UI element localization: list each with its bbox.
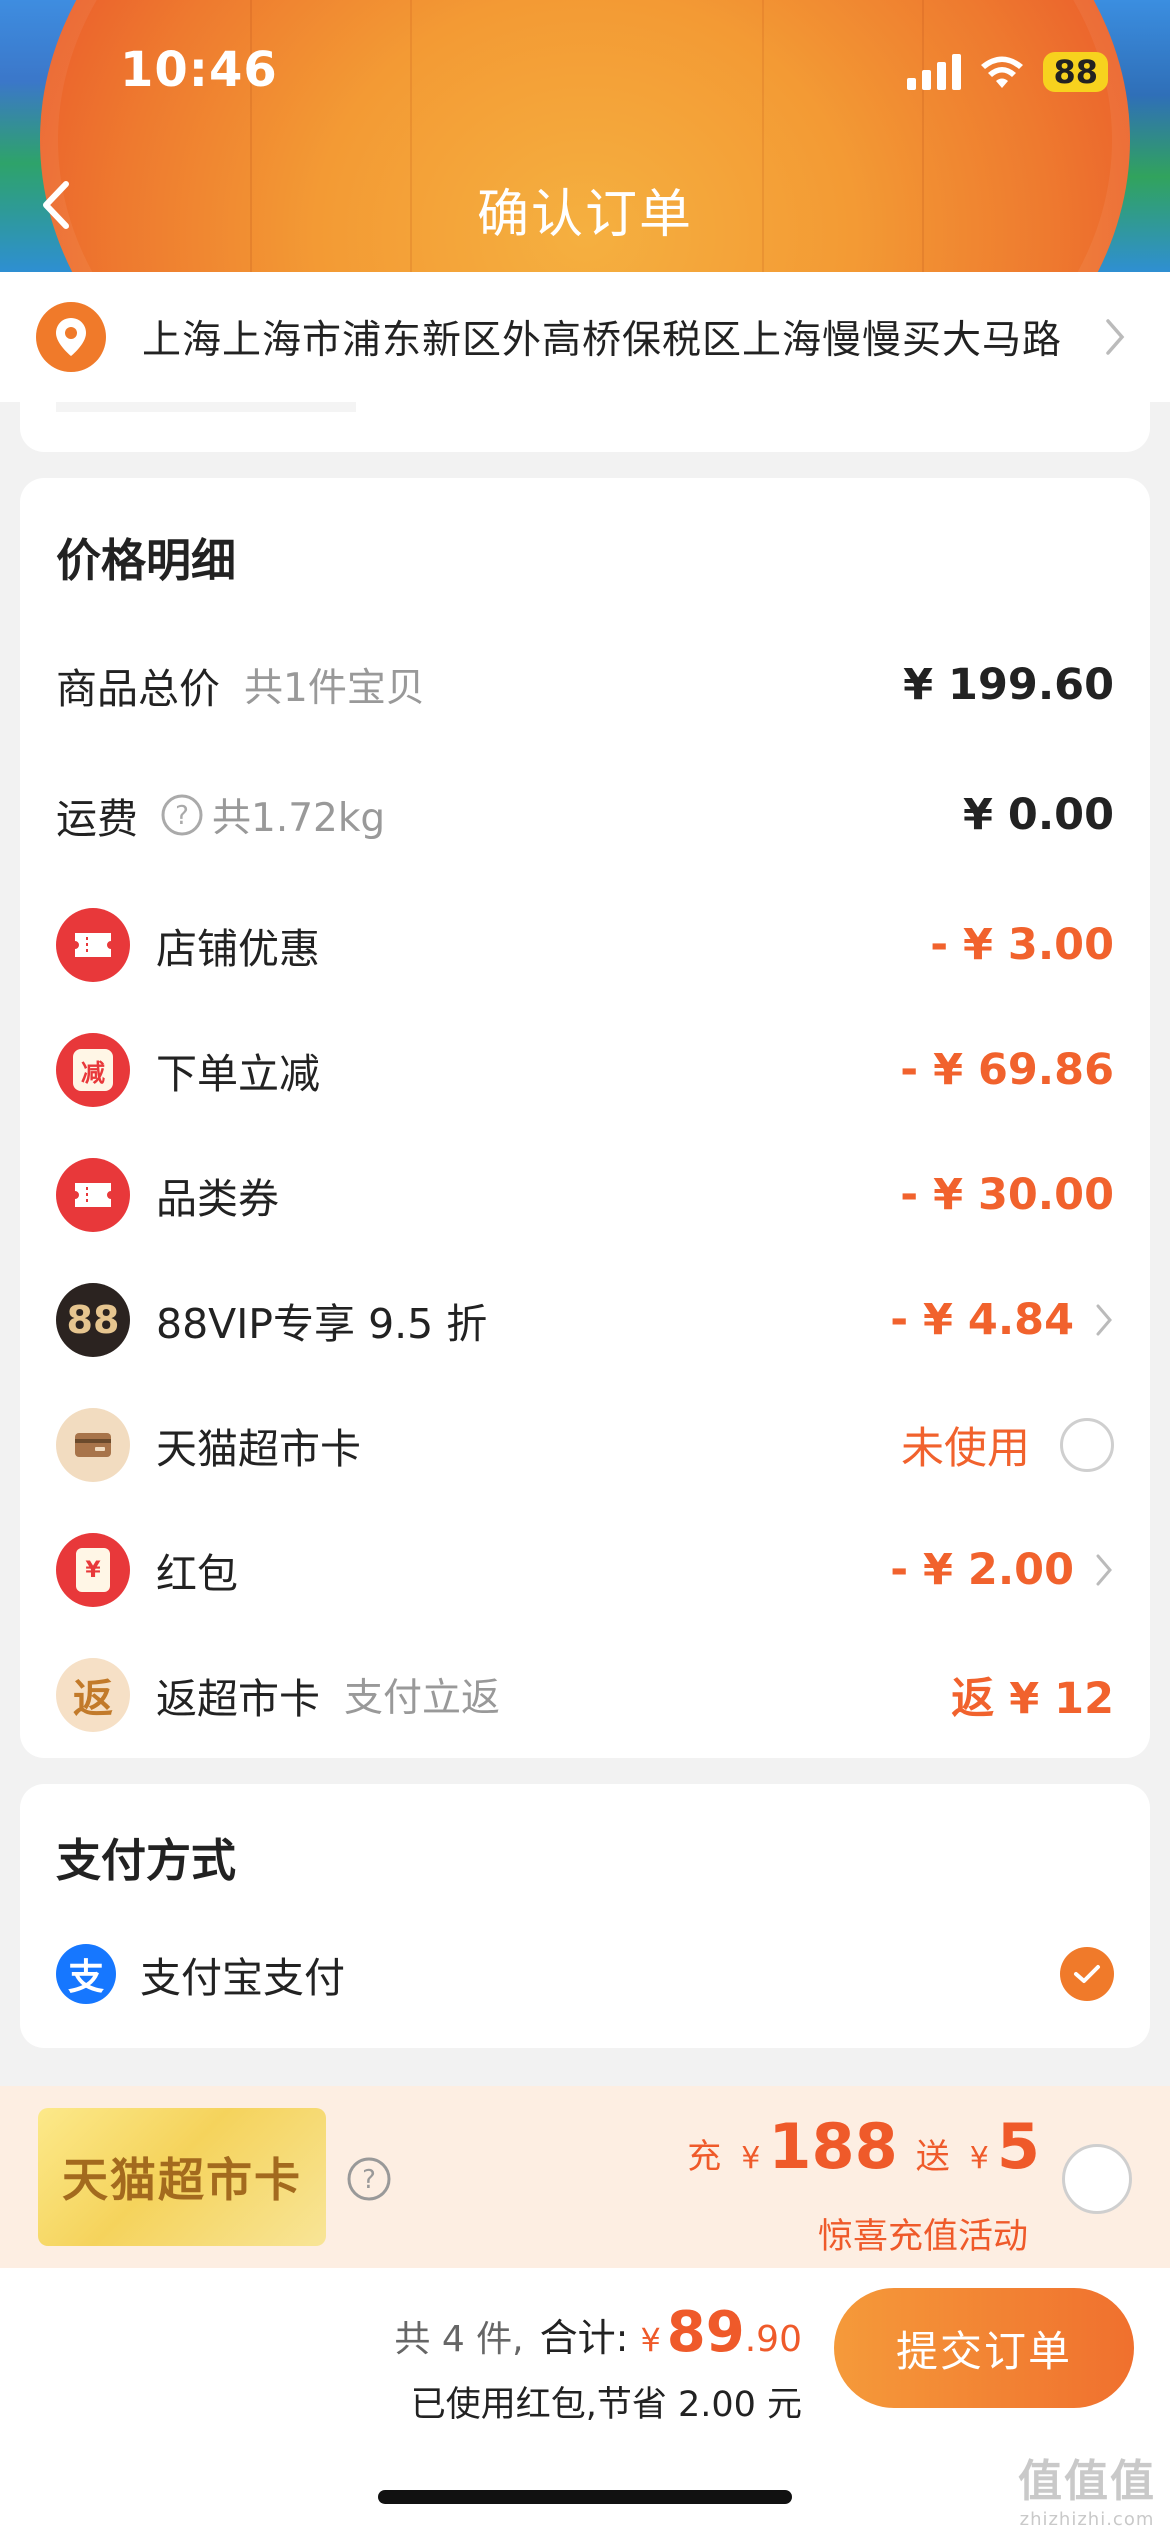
chevron-right-icon bbox=[1096, 1554, 1112, 1586]
row-value: - ¥ 30.00 bbox=[900, 1170, 1114, 1220]
total-label: 合计: bbox=[539, 2316, 629, 2360]
row-label: 店铺优惠 bbox=[156, 925, 320, 973]
chevron-right-icon bbox=[1106, 319, 1125, 355]
battery-indicator: 88 bbox=[1043, 52, 1108, 92]
price-row-shop-discount: 店铺优惠 - ¥ 3.00 bbox=[56, 905, 1114, 985]
jian-icon-text: 减 bbox=[73, 1049, 113, 1091]
row-sublabel: 支付立返 bbox=[344, 1676, 501, 1721]
row-label: 商品总价 bbox=[56, 665, 220, 713]
question-circle-icon[interactable]: ? bbox=[160, 793, 204, 837]
row-value: 未使用 bbox=[901, 1424, 1030, 1474]
price-row-red-packet[interactable]: ¥ 红包 - ¥ 2.00 bbox=[56, 1530, 1114, 1610]
alipay-icon: 支 bbox=[56, 1944, 116, 2004]
price-row-shipping: 运费 ? 共1.72kg ¥ 0.00 bbox=[56, 775, 1114, 855]
row-sublabel: 共1.72kg bbox=[212, 796, 386, 841]
payment-title: 支付方式 bbox=[56, 1834, 237, 1887]
price-row-order-reduction: 减 下单立减 - ¥ 69.86 bbox=[56, 1030, 1114, 1110]
coupon-icon bbox=[56, 1158, 130, 1232]
payment-card: 支付方式 支 支付宝支付 bbox=[20, 1784, 1150, 2048]
address-text: 上海上海市浦东新区外高桥保税区上海慢慢买大马路 bbox=[142, 318, 1063, 363]
price-detail-title: 价格明细 bbox=[56, 534, 237, 587]
promo-radio[interactable] bbox=[1062, 2144, 1132, 2214]
watermark: 值值值 zhizhizhi.com bbox=[1018, 2445, 1156, 2530]
promo-offer: 充 ¥ 188 送 ¥ 5 bbox=[687, 2110, 1040, 2183]
price-row-88vip[interactable]: 88 88VIP专享 9.5 折 - ¥ 4.84 bbox=[56, 1280, 1114, 1360]
promo-subtitle: 惊喜充值活动 bbox=[817, 2217, 1028, 2257]
watermark-url: zhizhizhi.com bbox=[1019, 2509, 1155, 2530]
price-row-tmall-card[interactable]: 天猫超市卡 未使用 bbox=[56, 1405, 1114, 1485]
fan-icon: 返 bbox=[56, 1658, 130, 1732]
payment-option-alipay[interactable]: 支 支付宝支付 bbox=[56, 1934, 1114, 2014]
tmall-card-promo-banner: 天猫超市卡 ? 充 ¥ 188 送 ¥ 5 惊喜充值活动 bbox=[0, 2086, 1170, 2268]
total-integer: 89 bbox=[666, 2300, 745, 2365]
gift-label: 送 bbox=[915, 2137, 950, 2177]
row-value: - ¥ 69.86 bbox=[900, 1045, 1114, 1095]
payment-method-label: 支付宝支付 bbox=[140, 1954, 345, 2002]
red-packet-icon-text: ¥ bbox=[76, 1548, 110, 1592]
row-label: 返超市卡 bbox=[156, 1675, 320, 1723]
row-label: 品类券 bbox=[156, 1175, 279, 1223]
cellular-signal-icon bbox=[907, 54, 962, 90]
tmall-card-badge: 天猫超市卡 bbox=[38, 2108, 326, 2246]
charge-currency: ¥ bbox=[741, 2141, 761, 2176]
gift-currency: ¥ bbox=[969, 2141, 989, 2176]
charge-label: 充 bbox=[687, 2137, 722, 2177]
watermark-logo: 值值值 bbox=[1018, 2456, 1156, 2507]
charge-amount: 188 bbox=[768, 2110, 898, 2183]
savings-text: 已使用红包,节省 2.00 元 bbox=[410, 2385, 802, 2425]
svg-text:?: ? bbox=[175, 801, 189, 831]
88vip-icon: 88 bbox=[56, 1283, 130, 1357]
status-time: 10:46 bbox=[120, 42, 278, 98]
coupon-icon bbox=[56, 908, 130, 982]
row-value: ¥ 199.60 bbox=[903, 660, 1114, 710]
price-row-goods-total: 商品总价 共1件宝贝 ¥ 199.60 bbox=[56, 645, 1114, 725]
chevron-right-icon bbox=[1096, 1304, 1112, 1336]
address-card-bottom bbox=[20, 402, 1150, 452]
row-sublabel: 共1件宝贝 bbox=[244, 666, 425, 711]
item-count: 共 4 件, bbox=[394, 2319, 524, 2360]
row-value: 返 ¥ 12 bbox=[951, 1674, 1114, 1724]
row-label: 88VIP专享 9.5 折 bbox=[156, 1300, 488, 1348]
total-decimal: .90 bbox=[744, 2319, 802, 2360]
red-packet-icon: ¥ bbox=[56, 1533, 130, 1607]
location-pin-icon bbox=[36, 302, 106, 372]
home-indicator bbox=[378, 2490, 792, 2504]
address-bar[interactable]: 上海上海市浦东新区外高桥保税区上海慢慢买大马路 bbox=[0, 272, 1170, 402]
price-row-cashback-card: 返 返超市卡 支付立返 返 ¥ 12 bbox=[56, 1655, 1114, 1735]
row-value: ¥ 0.00 bbox=[963, 790, 1114, 840]
row-label: 红包 bbox=[156, 1550, 238, 1598]
wifi-icon bbox=[981, 56, 1024, 88]
row-value: - ¥ 2.00 bbox=[890, 1545, 1074, 1595]
status-icons: 88 bbox=[907, 52, 1108, 92]
row-label: 下单立减 bbox=[156, 1050, 320, 1098]
header: 10:46 88 确认订单 bbox=[0, 0, 1170, 272]
svg-text:?: ? bbox=[362, 2165, 376, 2195]
checkmark-icon[interactable] bbox=[1060, 1947, 1114, 2001]
card-icon bbox=[56, 1408, 130, 1482]
row-label: 天猫超市卡 bbox=[156, 1425, 361, 1473]
total-currency: ¥ bbox=[640, 2321, 661, 2359]
price-detail-card: 价格明细 商品总价 共1件宝贝 ¥ 199.60 运费 ? 共1.72kg ¥ … bbox=[20, 478, 1150, 1758]
row-value: - ¥ 4.84 bbox=[890, 1295, 1074, 1345]
gift-amount: 5 bbox=[996, 2110, 1040, 2183]
question-circle-icon[interactable]: ? bbox=[346, 2156, 392, 2202]
row-value: - ¥ 3.00 bbox=[930, 920, 1114, 970]
price-row-category-coupon: 品类券 - ¥ 30.00 bbox=[56, 1155, 1114, 1235]
submit-order-button[interactable]: 提交订单 bbox=[834, 2288, 1134, 2408]
total-line: 共 4 件, 合计: ¥ 89 .90 bbox=[394, 2300, 802, 2365]
tmall-card-radio[interactable] bbox=[1060, 1418, 1114, 1472]
page-title: 确认订单 bbox=[476, 185, 693, 245]
jian-icon: 减 bbox=[56, 1033, 130, 1107]
row-label: 运费 bbox=[56, 795, 138, 843]
